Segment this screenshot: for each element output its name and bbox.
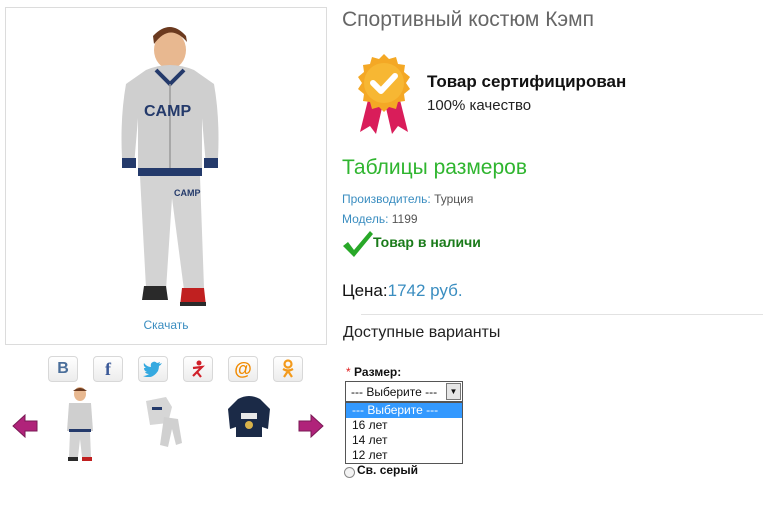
thumbnail-1[interactable] [60,385,122,463]
facebook-icon: f [105,358,111,379]
thumbnail-image [228,396,270,437]
size-select[interactable]: --- Выберите --- ▼ [345,381,463,402]
certificate-medal-icon [358,54,410,134]
required-mark: * [346,365,351,379]
model-value: 1199 [391,212,418,226]
size-option[interactable]: --- Выберите --- [346,403,462,418]
size-label: * Размер: [346,365,401,379]
thumbnail-2[interactable] [138,385,200,463]
size-select-value: --- Выберите --- [351,385,438,399]
size-dropdown-list: --- Выберите --- 16 лет 14 лет 12 лет [345,402,463,464]
size-option[interactable]: 12 лет [346,448,462,463]
model-label: Модель: [342,212,389,226]
product-main-image-panel[interactable]: CAMP CAMP [5,7,327,345]
manufacturer-label[interactable]: Производитель: [342,192,431,206]
download-link[interactable]: Скачать [5,318,327,332]
chevron-down-icon[interactable]: ▼ [446,383,461,400]
in-stock-icon-wrap [342,230,374,263]
vk-share-button[interactable]: В [48,356,78,382]
model-row: Модель: 1199 [342,212,418,226]
svg-text:CAMP: CAMP [174,188,201,198]
certificate-subtitle: 100% качество [427,97,532,114]
product-title: Спортивный костюм Кэмп [342,8,594,31]
certificate-title: Товар сертифицирован [427,72,627,91]
twitter-share-button[interactable] [138,356,168,382]
mail-share-button[interactable]: @ [228,356,258,382]
manufacturer-row: Производитель: Турция [342,192,473,206]
price-value: 1742 руб. [387,281,463,300]
vk-icon: В [57,360,69,377]
thumbnail-image [67,387,93,461]
odnoklassniki-share-button[interactable] [273,356,303,382]
odnoklassniki-icon [282,359,294,378]
divider [361,314,763,315]
product-main-image: CAMP CAMP [121,27,219,306]
thumbnail-next-arrow[interactable] [298,413,324,443]
size-label-text: Размер: [354,365,402,379]
size-option[interactable]: 16 лет [346,418,462,433]
thumbnail-image [146,397,182,447]
manufacturer-value: Турция [434,192,474,206]
moimir-icon [192,360,205,378]
facebook-share-button[interactable]: f [93,356,123,382]
svg-text:CAMP: CAMP [144,103,191,120]
moimir-share-button[interactable] [183,356,213,382]
price-label: Цена: [342,281,388,300]
price-row: Цена:1742 руб. [342,281,463,301]
color-radio[interactable] [344,467,355,478]
twitter-icon [143,361,162,377]
checkmark-icon [343,231,373,257]
options-heading: Доступные варианты [343,324,501,341]
size-tables-link[interactable]: Таблицы размеров [342,156,527,180]
arrow-left-icon [12,413,38,439]
thumbnail-3[interactable] [224,385,286,463]
arrow-right-icon [298,413,324,439]
color-label: Св. серый [357,463,419,477]
stock-status: Товар в наличи [373,234,481,250]
thumbnail-prev-arrow[interactable] [12,413,38,443]
size-option[interactable]: 14 лет [346,433,462,448]
certificate-badge [352,52,416,141]
mail-icon: @ [234,358,252,379]
